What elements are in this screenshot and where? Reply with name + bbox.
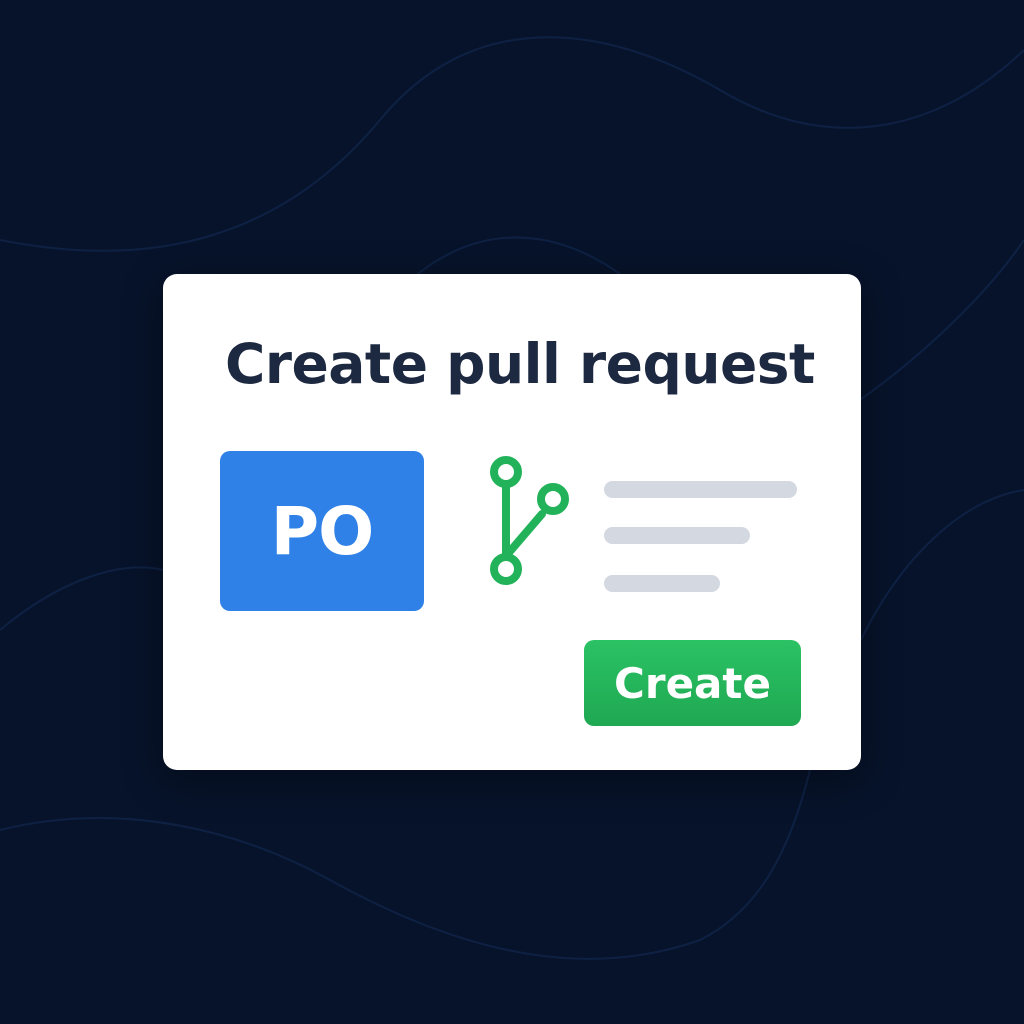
- description-placeholder-line: [604, 527, 750, 544]
- description-placeholder-line: [604, 575, 720, 592]
- git-branch-icon: [490, 456, 569, 585]
- description-placeholder-line: [604, 481, 797, 498]
- create-pull-request-dialog: Create pull request PO Create: [163, 274, 861, 770]
- dialog-title: Create pull request: [225, 332, 815, 396]
- avatar-initials: PO: [270, 492, 374, 570]
- avatar: PO: [220, 451, 424, 611]
- create-button[interactable]: Create: [584, 640, 801, 726]
